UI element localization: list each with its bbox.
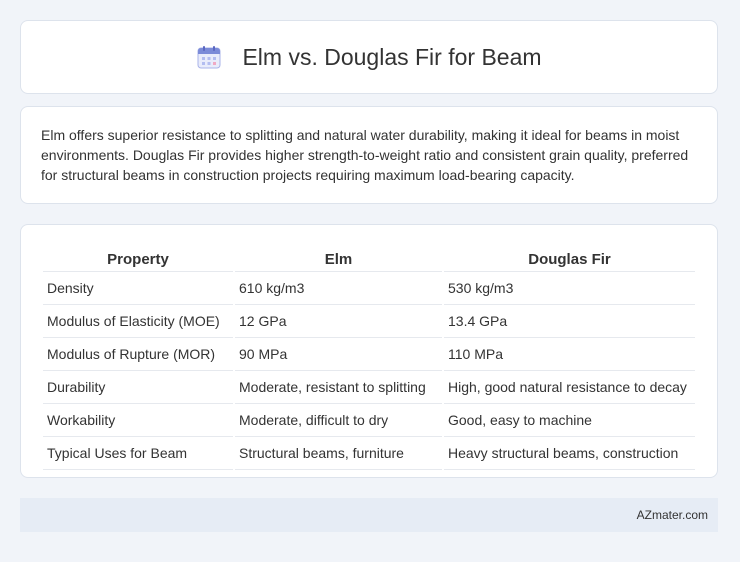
table-header-row: Property Elm Douglas Fir [43, 247, 695, 272]
table-cell: 13.4 GPa [444, 307, 695, 338]
title-card: Elm vs. Douglas Fir for Beam [20, 20, 718, 94]
table-cell: Structural beams, furniture [235, 439, 442, 470]
footer-bar: AZmater.com [20, 498, 718, 532]
table-cell: 530 kg/m3 [444, 274, 695, 305]
table-row: Modulus of Elasticity (MOE) 12 GPa 13.4 … [43, 307, 695, 338]
comparison-table: Property Elm Douglas Fir Density 610 kg/… [41, 245, 697, 472]
description-text: Elm offers superior resistance to splitt… [41, 127, 689, 183]
table-cell: Good, easy to machine [444, 406, 695, 437]
column-header-property: Property [43, 247, 233, 272]
table-cell: 12 GPa [235, 307, 442, 338]
table-cell: Heavy structural beams, construction [444, 439, 695, 470]
table-cell: Typical Uses for Beam [43, 439, 233, 470]
table-cell: High, good natural resistance to decay [444, 373, 695, 404]
table-row: Typical Uses for Beam Structural beams, … [43, 439, 695, 470]
table-cell: Modulus of Rupture (MOR) [43, 340, 233, 371]
table-row: Workability Moderate, difficult to dry G… [43, 406, 695, 437]
table-row: Density 610 kg/m3 530 kg/m3 [43, 274, 695, 305]
table-cell: Moderate, difficult to dry [235, 406, 442, 437]
table-cell: Durability [43, 373, 233, 404]
table-row: Durability Moderate, resistant to splitt… [43, 373, 695, 404]
description-card: Elm offers superior resistance to splitt… [20, 106, 718, 204]
calendar-icon [196, 44, 222, 70]
table-cell: 110 MPa [444, 340, 695, 371]
table-cell: Workability [43, 406, 233, 437]
table-cell: Moderate, resistant to splitting [235, 373, 442, 404]
footer-brand: AZmater.com [636, 508, 708, 522]
table-cell: Density [43, 274, 233, 305]
page-title: Elm vs. Douglas Fir for Beam [242, 43, 542, 70]
table-row: Modulus of Rupture (MOR) 90 MPa 110 MPa [43, 340, 695, 371]
table-cell: 90 MPa [235, 340, 442, 371]
table-cell: 610 kg/m3 [235, 274, 442, 305]
column-header-douglas-fir: Douglas Fir [444, 247, 695, 272]
column-header-elm: Elm [235, 247, 442, 272]
comparison-card: Property Elm Douglas Fir Density 610 kg/… [20, 224, 718, 478]
table-cell: Modulus of Elasticity (MOE) [43, 307, 233, 338]
